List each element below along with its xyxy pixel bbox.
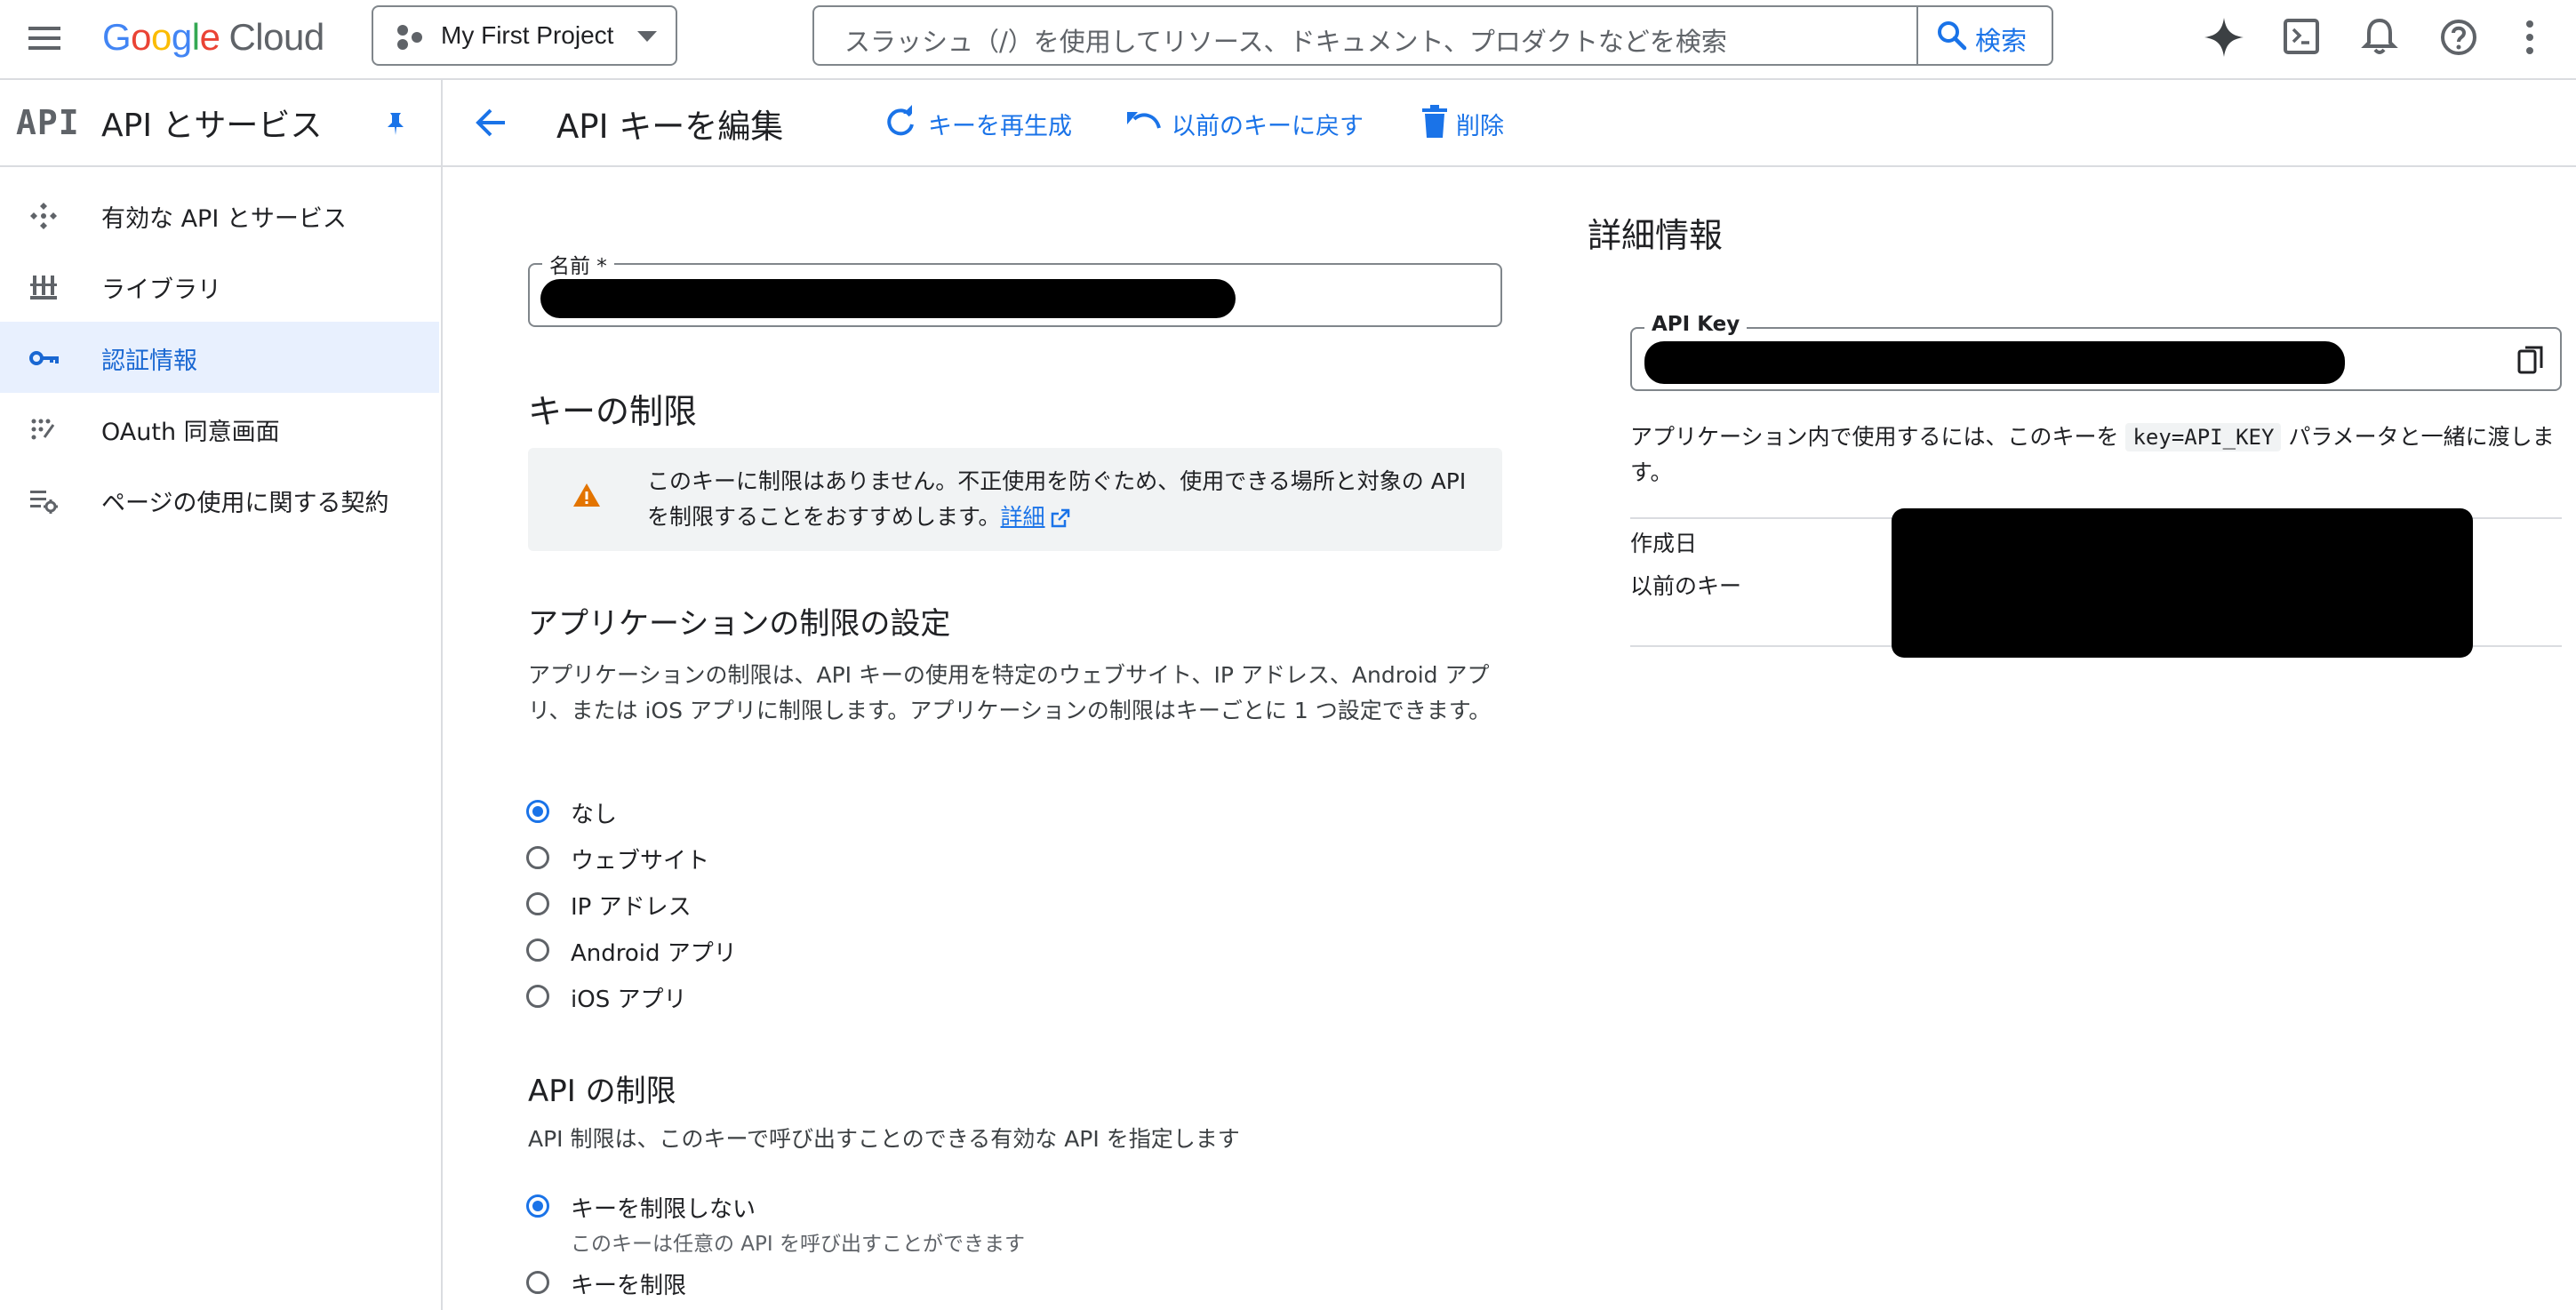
oauth-consent-icon — [28, 414, 59, 444]
search-icon — [1936, 20, 1968, 52]
sidebar-item-oauth-consent[interactable]: OAuth 同意画面 — [0, 393, 439, 464]
notifications-icon[interactable] — [2361, 16, 2398, 57]
usage-text-prefix: アプリケーション内で使用するには、このキーを — [1630, 424, 2119, 450]
pin-icon[interactable] — [382, 110, 409, 137]
sidebar-title: API とサービス — [101, 108, 323, 144]
top-app-bar: Google Cloud My First Project スラッシュ（/）を使用… — [0, 0, 2576, 80]
revert-key-button[interactable]: 以前のキーに戻す — [1125, 80, 1365, 164]
radio-button[interactable] — [526, 1194, 549, 1218]
project-hub-icon — [395, 23, 425, 52]
radio-sublabel: このキーは任意の API を呼び出すことができます — [571, 1233, 1026, 1256]
redacted-details-values — [1892, 508, 2473, 658]
unrestricted-warning-banner: このキーに制限はありません。不正使用を防ぐため、使用できる場所と対象の API … — [528, 448, 1502, 551]
sidebar-item-label: OAuth 同意画面 — [101, 419, 280, 446]
trash-icon — [1420, 105, 1449, 139]
enabled-apis-icon — [28, 201, 59, 231]
created-date-label: 作成日 — [1630, 531, 1698, 556]
radio-label: IP アドレス — [571, 894, 692, 921]
sidebar-item-enabled-apis[interactable]: 有効な API とサービス — [0, 180, 439, 251]
name-field-label: 名前 * — [542, 249, 614, 279]
usage-code: key=API_KEY — [2125, 423, 2282, 451]
regenerate-key-label: キーを再生成 — [928, 113, 1072, 140]
radio-label: ウェブサイト — [571, 848, 710, 875]
name-field[interactable]: 名前 * — [528, 249, 1502, 327]
radio-button[interactable] — [526, 800, 549, 823]
warning-message: このキーに制限はありません。不正使用を防ぐため、使用できる場所と対象の API … — [647, 464, 1483, 535]
open-in-new-icon — [1051, 508, 1070, 528]
app-restrictions-heading: アプリケーションの制限の設定 — [528, 606, 951, 642]
radio-label: Android アプリ — [571, 940, 737, 967]
sidebar: API API とサービス 有効な API とサービス ライブラリ 認証情報 O… — [0, 80, 443, 1310]
sidebar-item-page-usage[interactable]: ページの使用に関する契約 — [0, 464, 439, 535]
radio-button[interactable] — [526, 892, 549, 915]
search-input[interactable]: スラッシュ（/）を使用してリソース、ドキュメント、プロダクトなどを検索 — [844, 21, 1727, 59]
previous-key-label: 以前のキー — [1630, 573, 1742, 599]
chevron-down-icon — [635, 28, 660, 44]
radio-button[interactable] — [526, 1271, 549, 1294]
sidebar-header: API API とサービス — [0, 80, 441, 167]
sidebar-item-label: 有効な API とサービス — [101, 205, 347, 233]
search-button-label: 検索 — [1975, 26, 2028, 56]
page-header: API キーを編集 キーを再生成 以前のキーに戻す 削除 — [443, 80, 2576, 167]
api-key-field-label: API Key — [1644, 313, 1748, 336]
redacted-name-value — [540, 279, 1236, 318]
back-arrow-icon[interactable] — [473, 105, 508, 140]
regenerate-key-button[interactable]: キーを再生成 — [884, 80, 1097, 164]
api-key-usage-text: アプリケーション内で使用するには、このキーを key=API_KEY パラメータ… — [1630, 419, 2564, 491]
page-title: API キーを編集 — [556, 108, 784, 146]
menu-icon[interactable] — [23, 20, 66, 57]
key-icon — [28, 343, 59, 373]
radio-label: キーを制限しない — [571, 1196, 756, 1223]
delete-button[interactable]: 削除 — [1420, 80, 1509, 164]
undo-icon — [1125, 105, 1163, 139]
learn-more-label: 詳細 — [1000, 504, 1045, 530]
page-usage-icon — [28, 485, 59, 515]
more-vert-icon[interactable] — [2523, 18, 2537, 57]
api-key-field[interactable]: API Key — [1630, 313, 2562, 391]
app-restrictions-description: アプリケーションの制限は、API キーの使用を特定のウェブサイト、IP アドレス… — [528, 662, 1492, 723]
project-picker-button[interactable]: My First Project — [372, 5, 677, 66]
library-icon — [28, 272, 59, 302]
radio-label: iOS アプリ — [571, 986, 687, 1013]
search-button[interactable]: 検索 — [1916, 7, 2055, 64]
copy-icon[interactable] — [2517, 345, 2544, 375]
radio-button[interactable] — [526, 846, 549, 869]
google-cloud-logo[interactable]: Google Cloud — [102, 16, 324, 62]
refresh-icon — [884, 105, 917, 139]
api-product-icon: API — [16, 103, 80, 142]
sidebar-item-label: 認証情報 — [101, 347, 197, 375]
search-bar[interactable]: スラッシュ（/）を使用してリソース、ドキュメント、プロダクトなどを検索 検索 — [812, 5, 2053, 66]
radio-label: なし — [571, 802, 618, 828]
sidebar-item-label: ライブラリ — [101, 276, 221, 304]
learn-more-link[interactable]: 詳細 — [1001, 504, 1045, 530]
sidebar-item-label: ページの使用に関する契約 — [101, 490, 389, 517]
gemini-sparkle-icon[interactable] — [2203, 16, 2245, 59]
warning-icon — [572, 482, 601, 508]
project-name: My First Project — [441, 21, 614, 49]
api-restrictions-description: API 制限は、このキーで呼び出すことのできる有効な API を指定します — [528, 1126, 1240, 1152]
sidebar-item-credentials[interactable]: 認証情報 — [0, 322, 439, 393]
cloud-shell-icon[interactable] — [2283, 18, 2320, 55]
api-restrictions-heading: API の制限 — [528, 1074, 676, 1109]
sidebar-item-library[interactable]: ライブラリ — [0, 251, 439, 322]
radio-button[interactable] — [526, 985, 549, 1008]
redacted-api-key-value — [1644, 341, 2345, 384]
delete-label: 削除 — [1456, 113, 1504, 140]
details-heading: 詳細情報 — [1588, 216, 1724, 255]
radio-button[interactable] — [526, 939, 549, 962]
radio-label: キーを制限 — [571, 1273, 687, 1299]
key-restrictions-heading: キーの制限 — [528, 392, 698, 431]
help-icon[interactable] — [2439, 18, 2478, 57]
revert-key-label: 以前のキーに戻す — [1172, 113, 1364, 140]
